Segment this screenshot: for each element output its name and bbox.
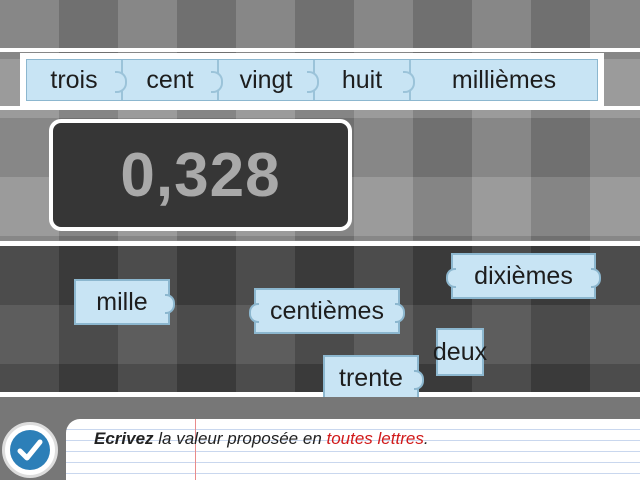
answer-slot-1[interactable]: trois <box>27 60 127 100</box>
answer-slot-label: vingt <box>239 65 293 94</box>
answer-slot-label: trois <box>50 65 98 94</box>
word-tile-centiemes[interactable]: centièmes <box>249 288 405 334</box>
word-tile-trente[interactable]: trente <box>323 355 424 401</box>
tile-label: dixièmes <box>474 261 573 290</box>
divider-upper <box>0 241 640 246</box>
answer-bar: trois cent vingt huit millièmes <box>20 53 604 107</box>
validate-button-face <box>10 430 50 470</box>
checkmark-icon <box>17 439 43 461</box>
answer-slots: trois cent vingt huit millièmes <box>26 59 598 101</box>
answer-slot-label: cent <box>146 65 194 94</box>
decimal-number: 0,328 <box>120 140 281 210</box>
instruction-highlight: toutes lettres <box>326 429 424 448</box>
number-display: 0,328 <box>49 119 352 231</box>
tile-label: centièmes <box>270 296 384 325</box>
instruction-middle: la valeur proposée en <box>153 429 327 448</box>
answer-rail-top <box>0 48 640 52</box>
word-tile-mille[interactable]: mille <box>74 279 175 325</box>
instruction-verb: Ecrivez <box>94 429 154 448</box>
answer-slot-label: millièmes <box>451 65 557 94</box>
tile-label: deux <box>432 337 488 366</box>
instruction-text: Ecrivez la valeur proposée en toutes let… <box>94 429 429 449</box>
word-tile-dixiemes[interactable]: dixièmes <box>446 253 601 299</box>
answer-slot-label: huit <box>341 65 383 94</box>
tile-label: trente <box>339 363 403 392</box>
validate-button[interactable] <box>2 422 58 478</box>
instruction-end: . <box>423 429 429 448</box>
word-tile-deux[interactable]: deux <box>432 328 488 376</box>
answer-slot-2[interactable]: cent <box>123 60 223 100</box>
answer-slot-3[interactable]: vingt <box>219 60 319 100</box>
tile-label: mille <box>96 287 148 316</box>
answer-slot-4[interactable]: huit <box>315 60 415 100</box>
answer-slot-5[interactable]: millièmes <box>411 60 597 100</box>
